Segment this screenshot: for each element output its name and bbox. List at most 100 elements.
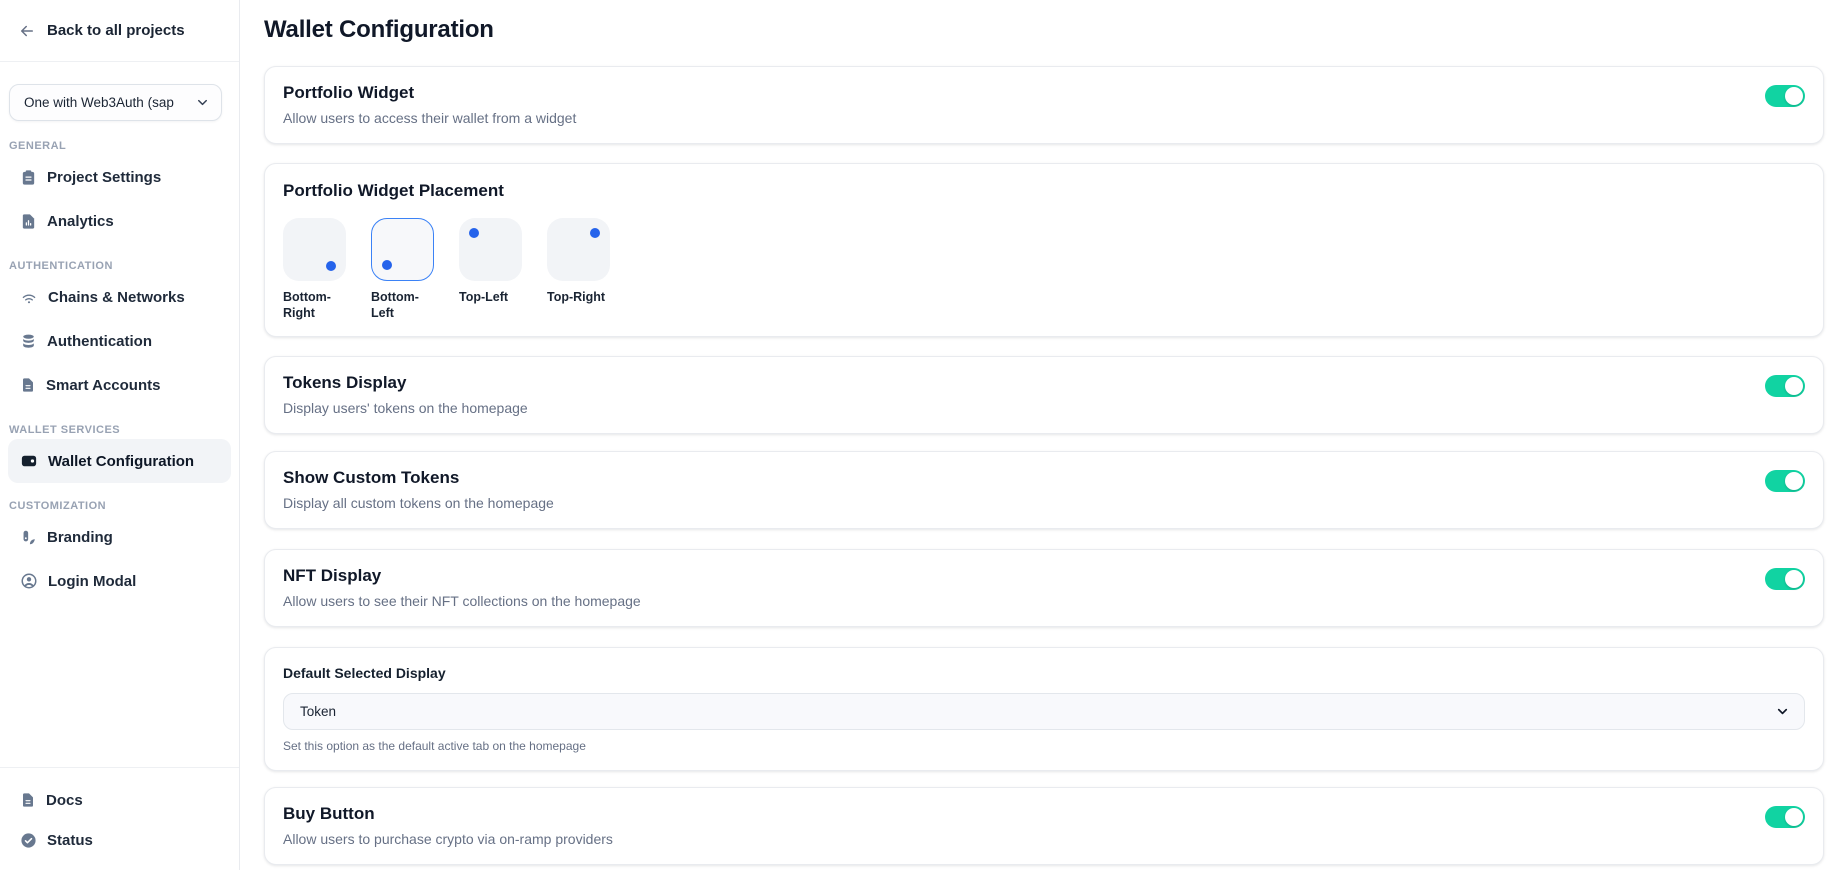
sidebar-item-login-modal[interactable]: Login Modal [8,559,231,603]
section-label-general: GENERAL [9,140,231,152]
sidebar-item-branding[interactable]: Branding [8,515,231,559]
placement-preview-bottom-left [371,218,434,281]
placement-label: Bottom-Right [283,289,346,321]
sidebar-item-label: Chains & Networks [48,289,185,306]
toggle-knob [1785,808,1803,826]
placement-preview-top-left [459,218,522,281]
placement-dot [326,261,336,271]
placement-dot [469,228,479,238]
card-text: Portfolio Widget Allow users to access t… [283,82,576,128]
card-text: Buy Button Allow users to purchase crypt… [283,803,613,849]
section-label-wallet-services: WALLET SERVICES [9,424,231,436]
sidebar-item-label: Project Settings [47,169,161,186]
sidebar-item-docs[interactable]: Docs [8,780,231,820]
card-title: Show Custom Tokens [283,467,554,489]
user-circle-icon [20,572,38,590]
sidebar-item-label: Branding [47,529,113,546]
chevron-down-icon [1775,704,1790,719]
placement-options: Bottom-Right Bottom-Left Top-Left Top-Ri… [283,218,1805,321]
page-title: Wallet Configuration [264,15,1824,45]
card-buy-button: Buy Button Allow users to purchase crypt… [264,787,1824,865]
sidebar-item-label: Status [47,832,93,849]
card-text: Show Custom Tokens Display all custom to… [283,467,554,513]
placement-option-top-left[interactable]: Top-Left [459,218,522,321]
placement-preview-top-right [547,218,610,281]
placement-label: Top-Right [547,289,610,305]
file-icon [20,792,36,808]
toggle-knob [1785,87,1803,105]
sidebar-item-wallet-configuration[interactable]: Wallet Configuration [8,439,231,483]
check-circle-icon [20,832,37,849]
back-arrow-icon [18,22,36,40]
card-portfolio-widget-placement: Portfolio Widget Placement Bottom-Right … [264,163,1824,337]
placement-option-bottom-left[interactable]: Bottom-Left [371,218,434,321]
toggle-knob [1785,570,1803,588]
sidebar-nav: GENERAL Project Settings Analytics AUTHE… [0,123,239,603]
back-to-projects-link[interactable]: Back to all projects [0,0,239,62]
card-title: Portfolio Widget Placement [283,180,1805,202]
sidebar-item-analytics[interactable]: Analytics [8,199,231,243]
wifi-icon [20,288,38,306]
sidebar-item-label: Login Modal [48,573,136,590]
card-nft-display: NFT Display Allow users to see their NFT… [264,549,1824,627]
section-label-customization: CUSTOMIZATION [9,500,231,512]
card-text: NFT Display Allow users to see their NFT… [283,565,641,611]
placement-option-top-right[interactable]: Top-Right [547,218,610,321]
nft-display-toggle[interactable] [1765,568,1805,590]
sidebar-item-label: Smart Accounts [46,377,160,394]
sidebar: Back to all projects One with Web3Auth (… [0,0,240,870]
card-description: Allow users to see their NFT collections… [283,591,641,611]
main-content: Wallet Configuration Portfolio Widget Al… [240,0,1840,870]
project-selector[interactable]: One with Web3Auth (sap [9,84,222,121]
buy-button-toggle[interactable] [1765,806,1805,828]
placement-label: Bottom-Left [371,289,434,321]
default-display-select[interactable]: Token [283,693,1805,730]
card-portfolio-widget: Portfolio Widget Allow users to access t… [264,66,1824,144]
card-title: Tokens Display [283,372,528,394]
database-icon [20,333,37,350]
sidebar-item-authentication[interactable]: Authentication [8,319,231,363]
placement-preview-bottom-right [283,218,346,281]
select-helper-text: Set this option as the default active ta… [283,738,1805,754]
show-custom-tokens-toggle[interactable] [1765,470,1805,492]
sidebar-item-smart-accounts[interactable]: Smart Accounts [8,363,231,407]
placement-dot [382,260,392,270]
card-description: Display all custom tokens on the homepag… [283,493,554,513]
select-label: Default Selected Display [283,663,1805,683]
placement-dot [590,228,600,238]
sidebar-item-label: Wallet Configuration [48,453,194,470]
chevron-down-icon [195,95,210,110]
card-title: Portfolio Widget [283,82,576,104]
wallet-icon [20,452,38,470]
section-label-authentication: AUTHENTICATION [9,260,231,272]
sidebar-item-chains-networks[interactable]: Chains & Networks [8,275,231,319]
sidebar-item-label: Analytics [47,213,114,230]
sidebar-item-project-settings[interactable]: Project Settings [8,155,231,199]
project-selector-value: One with Web3Auth (sap [24,95,174,110]
toggle-knob [1785,377,1803,395]
card-show-custom-tokens: Show Custom Tokens Display all custom to… [264,451,1824,529]
card-default-selected-display: Default Selected Display Token Set this … [264,647,1824,771]
file-chart-icon [20,213,37,230]
toggle-knob [1785,472,1803,490]
card-title: NFT Display [283,565,641,587]
card-tokens-display: Tokens Display Display users' tokens on … [264,356,1824,434]
sidebar-item-status[interactable]: Status [8,820,231,860]
sidebar-footer: Docs Status [0,767,239,870]
placement-option-bottom-right[interactable]: Bottom-Right [283,218,346,321]
sidebar-item-label: Authentication [47,333,152,350]
card-title: Buy Button [283,803,613,825]
brush-icon [20,529,37,546]
placement-label: Top-Left [459,289,522,305]
back-label: Back to all projects [47,22,185,39]
card-description: Display users' tokens on the homepage [283,398,528,418]
card-description: Allow users to access their wallet from … [283,108,576,128]
card-description: Allow users to purchase crypto via on-ra… [283,829,613,849]
clipboard-icon [20,169,37,186]
sidebar-item-label: Docs [46,792,83,809]
tokens-display-toggle[interactable] [1765,375,1805,397]
file-icon [20,377,36,393]
card-text: Tokens Display Display users' tokens on … [283,372,528,418]
portfolio-widget-toggle[interactable] [1765,85,1805,107]
select-value: Token [300,704,336,719]
